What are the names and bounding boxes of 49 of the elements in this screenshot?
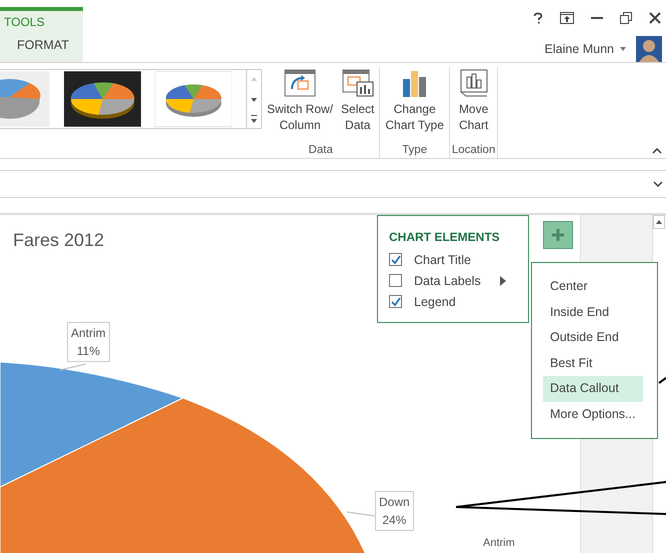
contextual-tab-title: TOOLS (3, 14, 46, 29)
switch-data-icon (284, 69, 316, 97)
plus-icon (551, 228, 565, 242)
leader-line (60, 364, 86, 370)
legend-entry[interactable]: Antrim (483, 537, 515, 549)
data-callout[interactable]: Antrim 11% (67, 322, 110, 362)
menu-item[interactable]: Best Fit (543, 350, 643, 376)
pie-slice[interactable] (0, 398, 366, 553)
pie-chart-thumbnail[interactable] (64, 71, 141, 127)
group-label: Type (402, 144, 428, 158)
caret-icon[interactable] (620, 47, 626, 51)
menu-item[interactable]: Inside End (543, 300, 643, 325)
popup-title: CHART ELEMENTS (389, 230, 501, 244)
ribbon-button[interactable]: Change Chart Type (382, 67, 447, 144)
avatar-silhouette[interactable] (636, 36, 662, 62)
annotation-line (658, 377, 666, 384)
ribbon-button[interactable]: Switch Row/ Column (264, 67, 336, 144)
expand-icon[interactable] (653, 181, 663, 187)
leader-line (346, 512, 376, 516)
menu-item[interactable]: More Options... (543, 402, 643, 427)
close-icon[interactable] (649, 12, 661, 24)
checkbox[interactable] (389, 295, 402, 308)
pie-slice[interactable] (0, 362, 184, 488)
ribbon-button[interactable]: Move Chart (454, 67, 493, 144)
checkbox[interactable] (389, 274, 402, 287)
ribbon-button[interactable]: Select Data (338, 67, 378, 144)
submenu-arrow-icon[interactable] (500, 276, 506, 286)
pie-chart-thumbnail[interactable] (0, 71, 50, 127)
chart-title[interactable]: Fares 2012 (13, 230, 104, 251)
move-chart-icon (458, 69, 490, 97)
pie-chart-thumbnail[interactable] (154, 71, 232, 127)
menu-item[interactable]: Center (543, 274, 643, 300)
user-name[interactable]: Elaine Munn (544, 42, 614, 56)
collapse-ribbon-icon[interactable] (652, 148, 662, 154)
menu-item[interactable]: Outside End (543, 325, 643, 350)
checkbox[interactable] (389, 253, 402, 266)
checkbox-label[interactable]: Legend (414, 294, 492, 308)
scroll-up-icon[interactable] (653, 215, 665, 229)
checkbox-label[interactable]: Data Labels (414, 274, 492, 288)
checkbox-label[interactable]: Chart Title (414, 252, 492, 266)
group-label: Data (308, 144, 333, 158)
restore-icon[interactable] (620, 12, 632, 24)
data-callout[interactable]: Down 24% (375, 491, 414, 531)
ribbon-display-icon[interactable] (560, 12, 574, 24)
table-chart-icon (342, 69, 374, 97)
menu-item[interactable]: Data Callout (543, 376, 643, 402)
group-label: Location (452, 144, 496, 158)
ribbon-tab[interactable]: FORMAT (0, 29, 83, 52)
help-icon[interactable] (533, 12, 543, 24)
